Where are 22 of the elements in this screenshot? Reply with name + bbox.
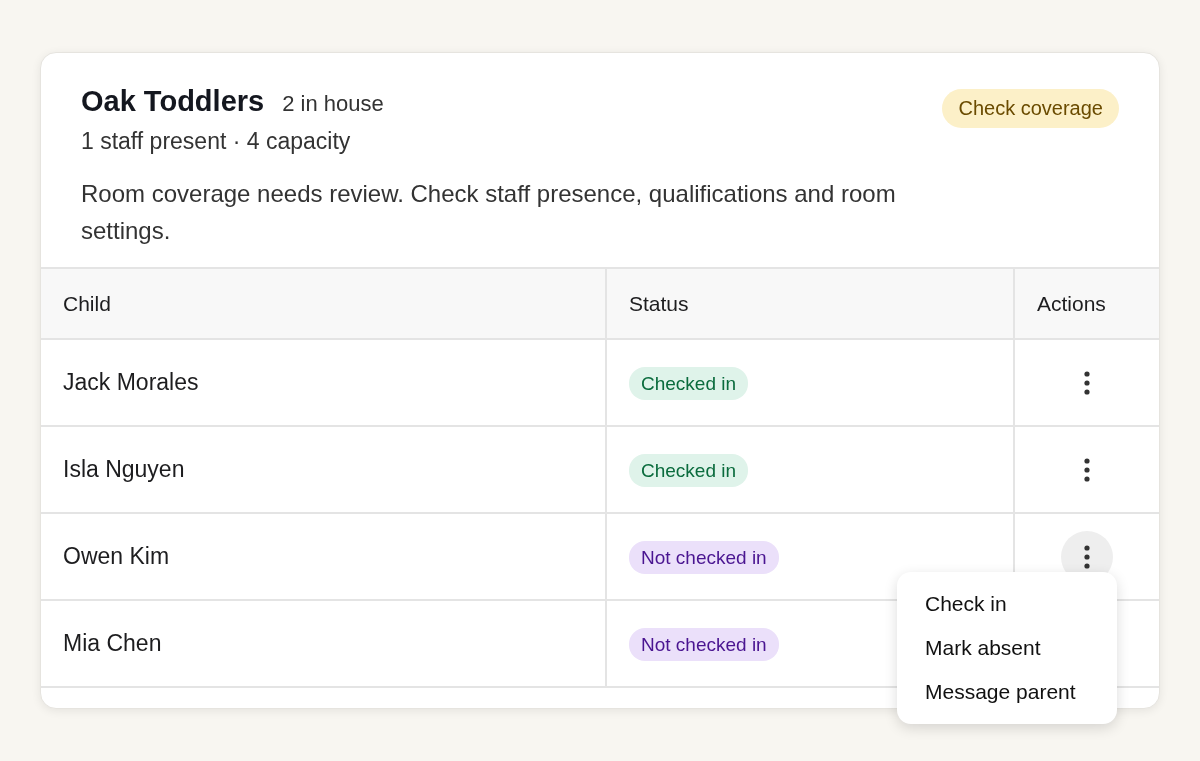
child-name: Owen Kim [41,513,606,600]
menu-item[interactable]: Message parent [897,670,1117,714]
menu-item[interactable]: Check in [897,582,1117,626]
child-name: Mia Chen [41,600,606,687]
child-name: Jack Morales [41,339,606,426]
status-badge: Not checked in [629,541,779,574]
room-title: Oak Toddlers [81,85,265,118]
coverage-badge: Check coverage [942,89,1119,128]
child-name: Isla Nguyen [41,426,606,513]
menu-item[interactable]: Mark absent [897,626,1117,670]
column-header: Actions [1014,268,1159,339]
more-vertical-icon [1084,370,1090,395]
column-header: Child [41,268,606,339]
more-vertical-icon [1084,457,1090,482]
column-header: Status [606,268,1014,339]
status-badge: Checked in [629,454,749,487]
children-count: 2 in house [282,91,384,117]
more-vertical-icon [1084,544,1090,569]
room-stats: 1 staff present · 4 capacity [81,128,352,155]
status-badge: Checked in [629,367,749,400]
status-badge: Not checked in [629,628,779,661]
coverage-message: Room coverage needs review. Check staff presence, qualifications and room settings. [81,179,897,246]
